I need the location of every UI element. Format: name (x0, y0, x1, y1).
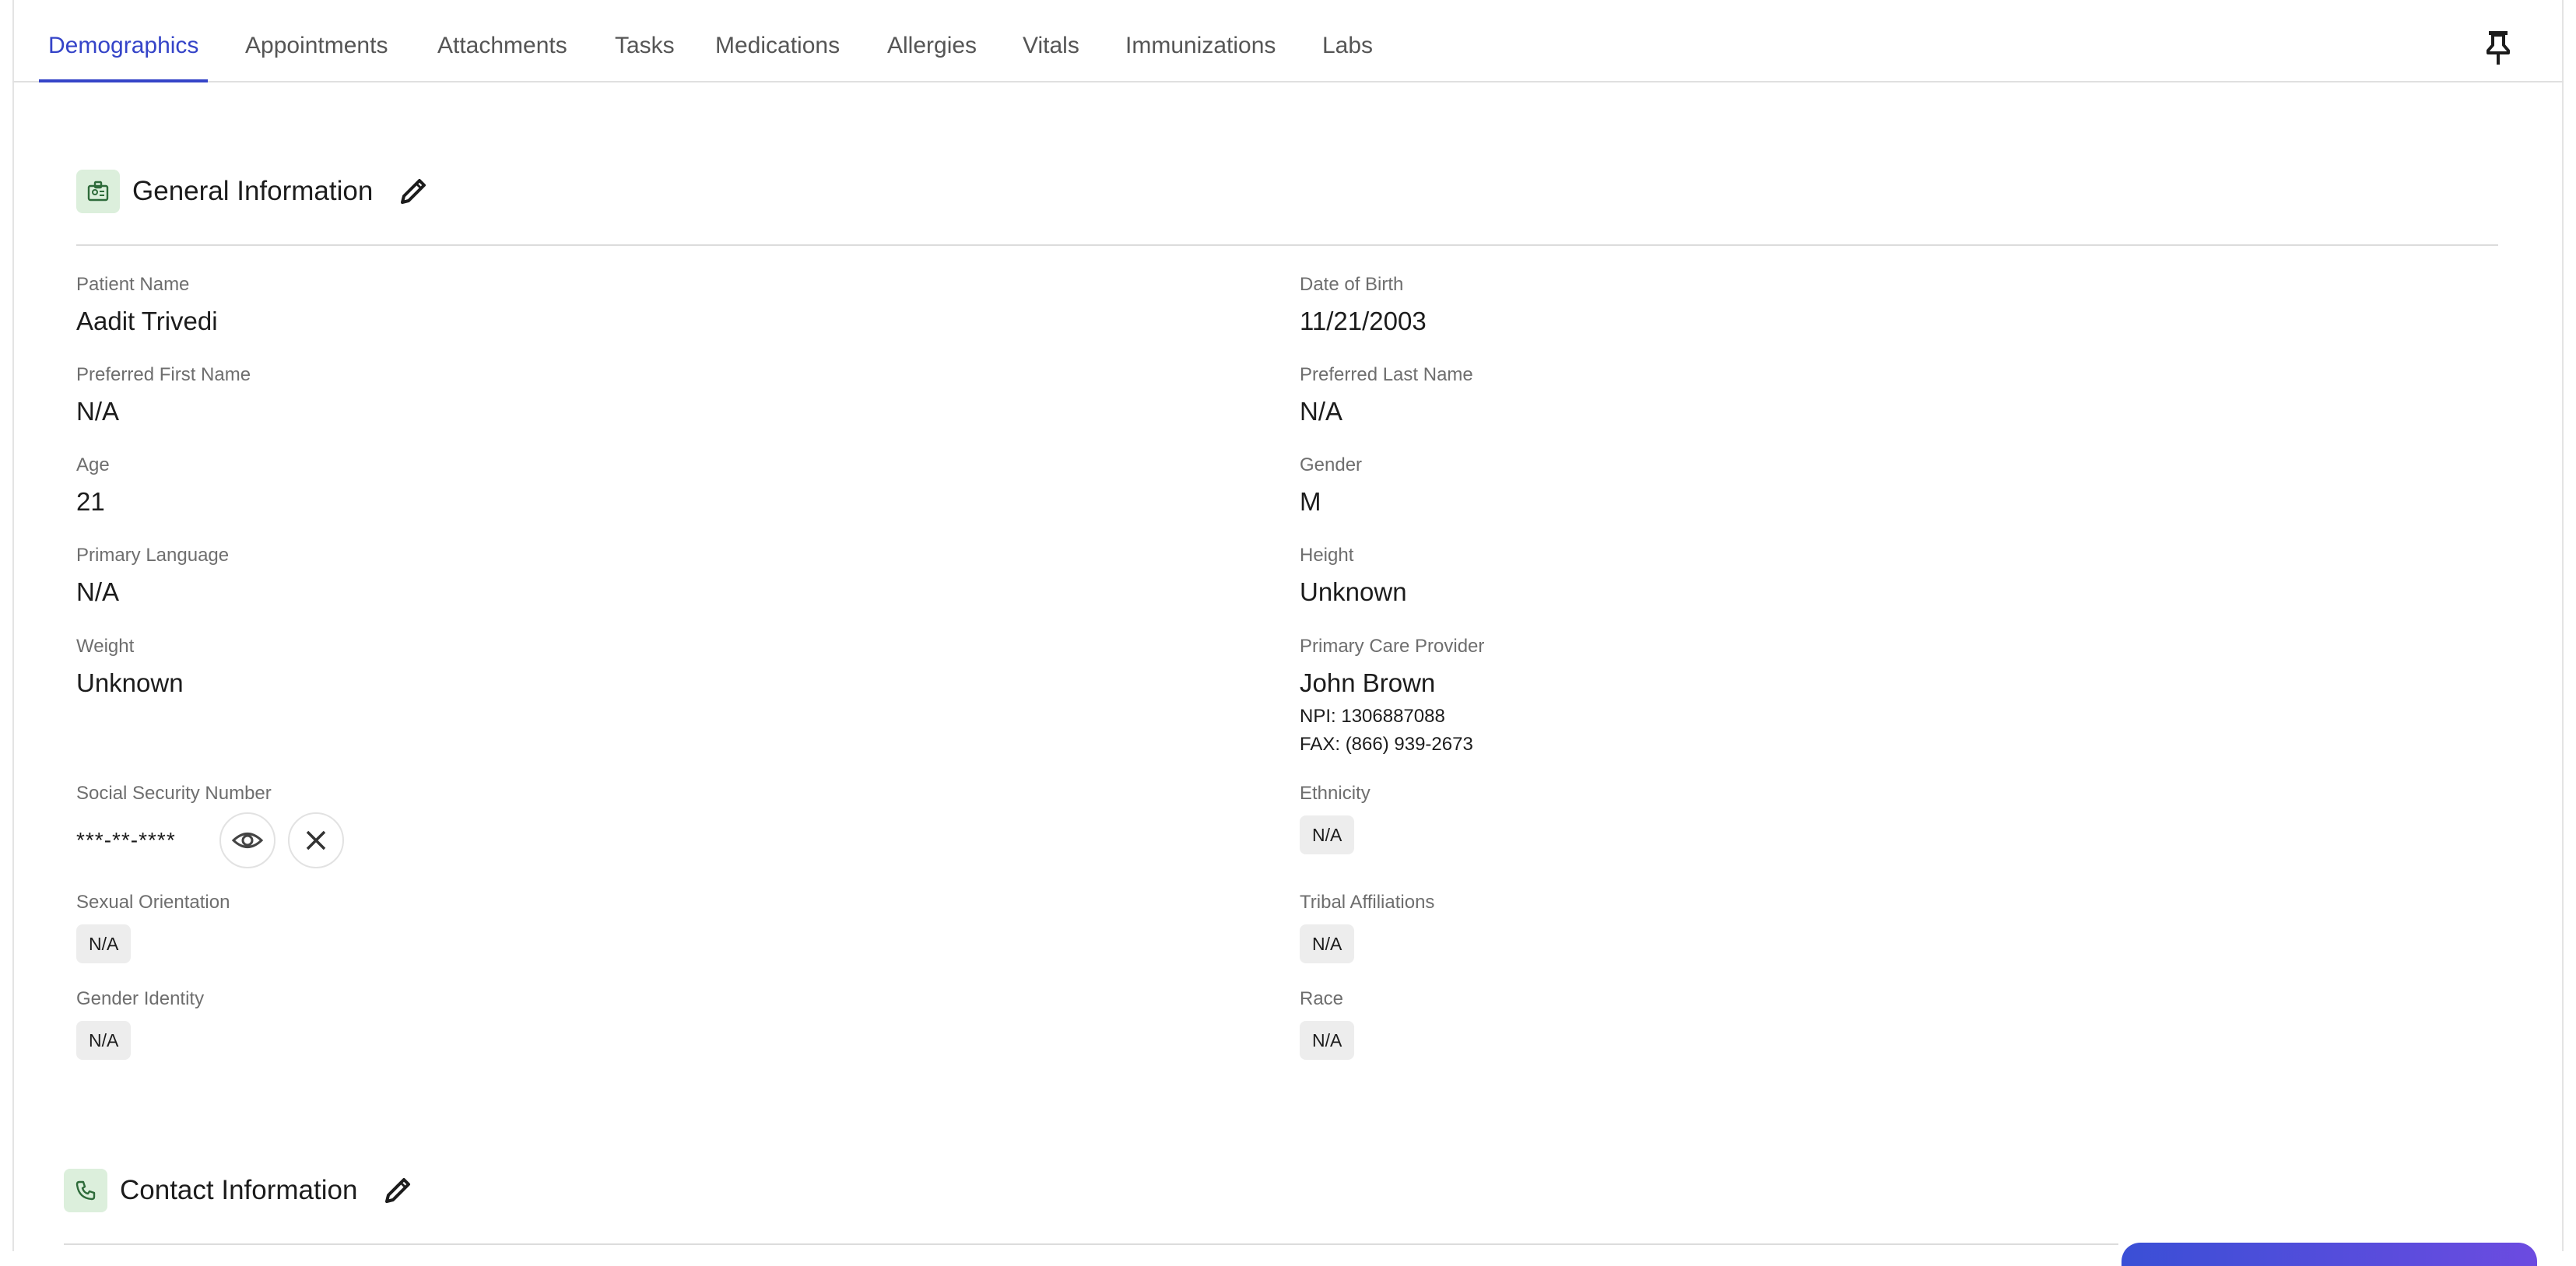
edit-general-button[interactable] (396, 174, 430, 209)
field-label: Date of Birth (1300, 274, 1404, 295)
field-label: Weight (76, 636, 135, 657)
gender-identity-field: Gender Identity N/A (76, 988, 204, 1060)
edit-contact-button[interactable] (381, 1173, 415, 1208)
tab-allergies[interactable]: Allergies (887, 0, 977, 81)
tab-immunizations[interactable]: Immunizations (1125, 0, 1276, 81)
field-value: N/A (76, 397, 120, 426)
section-divider (76, 244, 2498, 246)
field-value: Aadit Trivedi (76, 307, 218, 335)
field-label: Gender (1300, 454, 1363, 475)
primary-language-field: Primary Language N/A (76, 545, 229, 607)
height-field: Height Unknown (1300, 545, 1407, 607)
pencil-icon (401, 179, 426, 204)
tab-vitals[interactable]: Vitals (1023, 0, 1079, 81)
tab-labs[interactable]: Labs (1322, 0, 1373, 81)
section-divider (64, 1243, 2118, 1245)
preferred-first-name-field: Preferred First Name N/A (76, 364, 251, 426)
ssn-field: Social Security Number ***-**-**** (76, 783, 356, 868)
phone-icon (64, 1169, 107, 1212)
dob-field: Date of Birth 11/21/2003 (1300, 274, 1427, 336)
field-value: Unknown (1300, 577, 1407, 606)
pin-icon[interactable] (2483, 30, 2514, 65)
tab-appointments[interactable]: Appointments (245, 0, 388, 81)
gender-field: Gender M (1300, 454, 1362, 517)
tribal-affiliations-field: Tribal Affiliations N/A (1300, 892, 1434, 963)
field-value: N/A (1300, 397, 1343, 426)
contact-info-header: Contact Information (64, 1169, 415, 1212)
tab-demographics[interactable]: Demographics (38, 0, 209, 82)
field-label: Preferred First Name (76, 364, 251, 385)
field-label: Race (1300, 988, 1344, 1009)
pcp-npi: NPI: 1306887088 (1300, 706, 1445, 727)
tab-tasks[interactable]: Tasks (615, 0, 675, 81)
general-info-header: General Information (76, 170, 430, 213)
sexual-orientation-field: Sexual Orientation N/A (76, 892, 230, 963)
contact-info-title: Contact Information (120, 1175, 358, 1205)
tribal-affiliations-chip: N/A (1300, 924, 1355, 963)
field-label: Sexual Orientation (76, 892, 230, 913)
field-label: Preferred Last Name (1300, 364, 1473, 385)
field-value: Unknown (76, 668, 184, 697)
field-label: Age (76, 454, 110, 475)
hide-ssn-button[interactable] (288, 812, 344, 868)
weight-field: Weight Unknown (76, 636, 184, 698)
eye-icon (231, 833, 264, 848)
field-value: 11/21/2003 (1300, 307, 1427, 335)
pcp-name: John Brown (1300, 668, 1436, 697)
field-label: Height (1300, 545, 1354, 566)
ethnicity-chip: N/A (1300, 815, 1355, 854)
field-value: N/A (76, 577, 120, 606)
race-chip: N/A (1300, 1021, 1355, 1060)
ssn-value: ***-**-**** (76, 828, 176, 852)
preferred-last-name-field: Preferred Last Name N/A (1300, 364, 1473, 426)
ethnicity-field: Ethnicity N/A (1300, 783, 1370, 854)
floating-action-button[interactable] (2122, 1243, 2537, 1266)
pencil-icon (385, 1178, 411, 1203)
tab-bar: Demographics Appointments Attachments Ta… (12, 0, 2564, 82)
gender-identity-chip: N/A (76, 1021, 132, 1060)
field-label: Primary Language (76, 545, 230, 566)
close-icon (306, 830, 326, 850)
field-label: Gender Identity (76, 988, 205, 1009)
field-label: Ethnicity (1300, 783, 1370, 804)
field-value: 21 (76, 487, 105, 516)
general-info-title: General Information (132, 176, 374, 206)
field-label: Patient Name (76, 274, 190, 295)
sexual-orientation-chip: N/A (76, 924, 132, 963)
patient-name-field: Patient Name Aadit Trivedi (76, 274, 218, 336)
pcp-fax: FAX: (866) 939-2673 (1300, 734, 1473, 755)
tab-attachments[interactable]: Attachments (437, 0, 567, 81)
show-ssn-button[interactable] (219, 812, 275, 868)
tab-medications[interactable]: Medications (715, 0, 840, 81)
pcp-field: Primary Care Provider John Brown NPI: 13… (1300, 636, 1484, 756)
age-field: Age 21 (76, 454, 110, 517)
field-value: M (1300, 487, 1321, 516)
field-label: Social Security Number (76, 783, 272, 804)
id-badge-icon (76, 170, 120, 213)
race-field: Race N/A (1300, 988, 1355, 1060)
field-label: Tribal Affiliations (1300, 892, 1435, 913)
field-label: Primary Care Provider (1300, 636, 1485, 657)
